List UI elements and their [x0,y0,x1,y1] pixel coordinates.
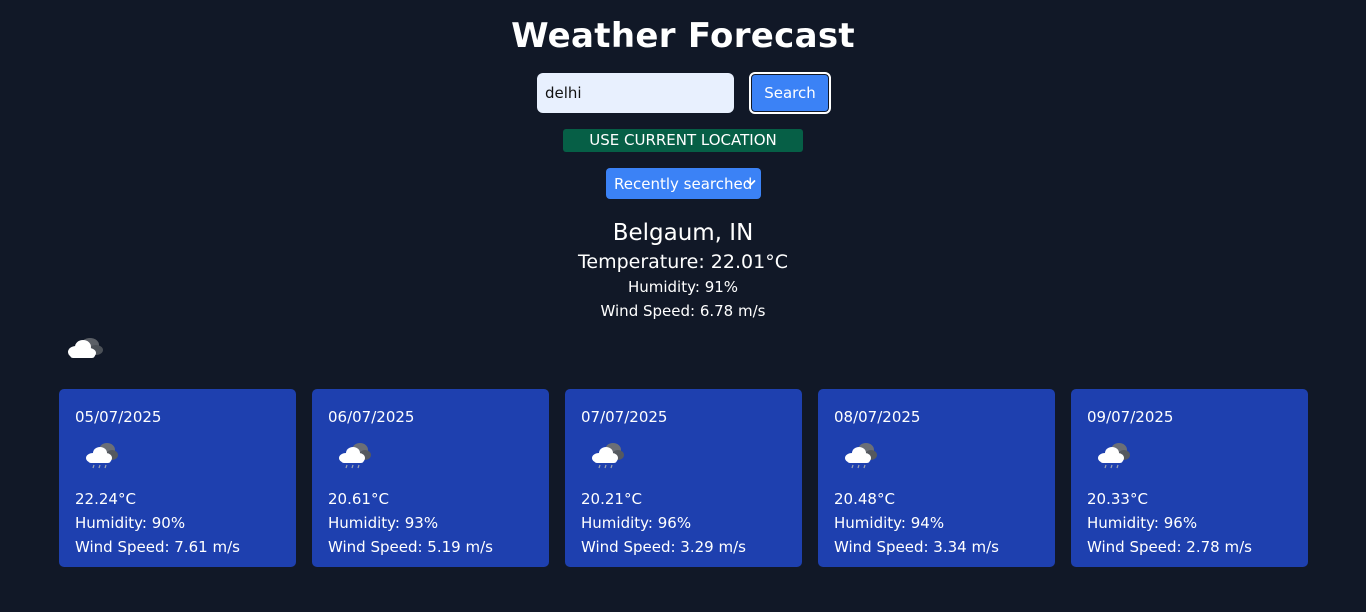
forecast-wind-speed: Wind Speed: 7.61 m/s [75,538,240,556]
forecast-humidity: Humidity: 93% [328,514,439,532]
forecast-date: 08/07/2025 [834,408,921,426]
cloud-icon [592,443,624,469]
forecast-humidity: Humidity: 94% [834,514,945,532]
forecast-date: 09/07/2025 [1087,408,1174,426]
forecast-wind-speed: Wind Speed: 3.34 m/s [834,538,999,556]
forecast-temperature: 20.61°C [328,490,389,508]
forecast-list: 05/07/2025 22.24°C Humidity: 90% Wind Sp… [59,389,1308,567]
recently-searched-dropdown[interactable]: Recently searched [606,168,761,199]
forecast-temperature: 20.21°C [581,490,642,508]
forecast-humidity: Humidity: 90% [75,514,186,532]
forecast-temperature: 20.48°C [834,490,895,508]
forecast-wind-speed: Wind Speed: 3.29 m/s [581,538,746,556]
cloud-icon [845,443,877,469]
current-wind-speed: Wind Speed: 6.78 m/s [600,302,766,320]
use-current-location-button[interactable]: USE CURRENT LOCATION [563,129,803,152]
cloud-icon [68,338,103,358]
city-search-input[interactable] [537,73,734,113]
forecast-humidity: Humidity: 96% [581,514,692,532]
current-city: Belgaum, IN [612,220,754,246]
forecast-date: 07/07/2025 [581,408,668,426]
forecast-card: 05/07/2025 22.24°C Humidity: 90% Wind Sp… [59,389,296,567]
page-title: Weather Forecast [511,16,855,56]
forecast-wind-speed: Wind Speed: 5.19 m/s [328,538,493,556]
current-humidity: Humidity: 91% [627,278,739,296]
forecast-card: 08/07/2025 20.48°C Humidity: 94% Wind Sp… [818,389,1055,567]
search-button[interactable]: Search [749,72,831,114]
cloud-icon [339,443,371,469]
weather-app: Weather Forecast Search USE CURRENT LOCA… [0,0,1366,612]
forecast-date: 05/07/2025 [75,408,162,426]
forecast-wind-speed: Wind Speed: 2.78 m/s [1087,538,1252,556]
search-bar: Search [537,72,831,114]
chevron-down-icon [746,180,756,186]
forecast-temperature: 22.24°C [75,490,136,508]
current-weather: Belgaum, IN Temperature: 22.01°C Humidit… [0,218,1366,323]
current-temperature: Temperature: 22.01°C [578,251,788,273]
forecast-card: 06/07/2025 20.61°C Humidity: 93% Wind Sp… [312,389,549,567]
forecast-temperature: 20.33°C [1087,490,1148,508]
cloud-icon [1098,443,1130,469]
forecast-humidity: Humidity: 96% [1087,514,1198,532]
cloud-icon [86,443,118,469]
forecast-card: 07/07/2025 20.21°C Humidity: 96% Wind Sp… [565,389,802,567]
forecast-date: 06/07/2025 [328,408,415,426]
forecast-card: 09/07/2025 20.33°C Humidity: 96% Wind Sp… [1071,389,1308,567]
recently-searched-label: Recently searched [614,174,753,193]
